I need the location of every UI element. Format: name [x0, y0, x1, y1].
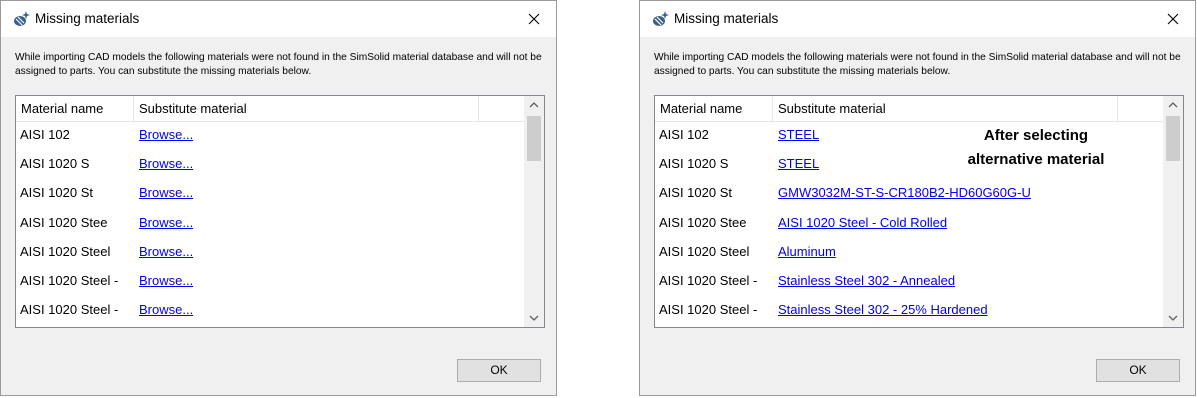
close-icon — [528, 13, 540, 25]
scroll-up-button[interactable] — [524, 96, 544, 114]
list-header: Material name Substitute material — [16, 96, 524, 122]
material-name: AISI 1020 S — [20, 156, 90, 172]
material-name: AISI 1020 Steel — [20, 243, 111, 259]
substitute-material-link[interactable]: AISI 1020 Steel - Cold Rolled — [778, 215, 947, 230]
material-name: AISI 1020 Steel - — [20, 272, 119, 288]
close-icon — [1167, 13, 1179, 25]
scroll-up-arrow-icon — [1168, 102, 1178, 108]
material-name: AISI 1020 St — [20, 185, 93, 201]
annotation-line-1: After selecting — [983, 127, 1089, 144]
material-name: AISI 1020 Steel — [659, 243, 750, 259]
scrollbar-thumb[interactable] — [527, 116, 541, 161]
materials-list[interactable]: Material name Substitute material AISI 1… — [15, 95, 545, 328]
list-item: AISI 1020 S Browse... — [16, 152, 524, 181]
material-name: AISI 1020 Stee — [659, 214, 747, 230]
scroll-up-button[interactable] — [1163, 96, 1183, 114]
list-item: AISI 1020 St Browse... — [16, 181, 524, 210]
scroll-down-button[interactable] — [1163, 309, 1183, 327]
list-item: AISI 1020 Steel Browse... — [16, 240, 524, 269]
ok-button[interactable]: OK — [457, 359, 541, 382]
close-button[interactable] — [1151, 1, 1195, 37]
scroll-down-arrow-icon — [529, 315, 539, 321]
simsolid-app-icon — [651, 10, 669, 28]
list-item: AISI 1020 Stee Browse... — [16, 211, 524, 240]
material-name: AISI 1020 Steel - — [659, 272, 758, 288]
material-name: AISI 1020 S — [659, 156, 729, 172]
list-item: AISI 1020 Steel Aluminum — [655, 240, 1163, 269]
substitute-material-link[interactable]: Stainless Steel 302 - 25% Hardened — [778, 302, 988, 317]
scroll-up-arrow-icon — [529, 102, 539, 108]
annotation-line-2: alternative material — [967, 151, 1105, 168]
ok-button[interactable]: OK — [1096, 359, 1180, 382]
browse-link[interactable]: Browse... — [139, 215, 193, 230]
material-name: AISI 1020 St — [659, 185, 732, 201]
substitute-material-link[interactable]: STEEL — [778, 156, 819, 171]
list-header: Material name Substitute material — [655, 96, 1163, 122]
material-name: AISI 1020 Steel - — [20, 302, 119, 318]
annotation-text: After selecting alternative material — [952, 124, 1120, 172]
substitute-material-link[interactable]: STEEL — [778, 127, 819, 142]
browse-link[interactable]: Browse... — [139, 273, 193, 288]
column-header-substitute-material[interactable]: Substitute material — [134, 96, 479, 121]
column-header-material-name[interactable]: Material name — [16, 96, 134, 121]
column-header-substitute-material[interactable]: Substitute material — [773, 96, 1118, 121]
list-item: AISI 1020 Steel - Browse... — [16, 298, 524, 327]
scroll-down-arrow-icon — [1168, 315, 1178, 321]
material-name: AISI 1020 Steel - — [659, 302, 758, 318]
dialog-message: While importing CAD models the following… — [654, 52, 1181, 77]
title-bar: Missing materials — [640, 1, 1195, 37]
missing-materials-dialog-before: Missing materials While importing CAD mo… — [0, 0, 557, 396]
dialog-message: While importing CAD models the following… — [15, 52, 542, 77]
list-item: AISI 1020 St GMW3032M-ST-S-CR180B2-HD60G6… — [655, 181, 1163, 210]
list-item: AISI 1020 Steel - Stainless Steel 302 - A… — [655, 269, 1163, 298]
missing-materials-dialog-after: Missing materials While importing CAD mo… — [639, 0, 1196, 396]
list-item: AISI 1020 Steel - Browse... — [16, 269, 524, 298]
list-item: AISI 1020 Steel - Stainless Steel 302 - 2… — [655, 298, 1163, 327]
material-name: AISI 1020 Stee — [20, 214, 108, 230]
substitute-material-link[interactable]: Aluminum — [778, 244, 836, 259]
scrollbar-thumb[interactable] — [1166, 116, 1180, 161]
scroll-down-button[interactable] — [524, 309, 544, 327]
list-item: AISI 102 Browse... — [16, 123, 524, 152]
simsolid-app-icon — [12, 10, 30, 28]
substitute-material-link[interactable]: Stainless Steel 302 - Annealed — [778, 273, 955, 288]
vertical-scrollbar[interactable] — [1163, 96, 1183, 327]
list-item: AISI 1020 Stee AISI 1020 Steel - Cold Rol… — [655, 211, 1163, 240]
dialog-title: Missing materials — [674, 11, 779, 26]
vertical-scrollbar[interactable] — [524, 96, 544, 327]
material-name: AISI 102 — [659, 127, 709, 142]
browse-link[interactable]: Browse... — [139, 156, 193, 171]
browse-link[interactable]: Browse... — [139, 185, 193, 200]
close-button[interactable] — [512, 1, 556, 37]
browse-link[interactable]: Browse... — [139, 302, 193, 317]
browse-link[interactable]: Browse... — [139, 127, 193, 142]
title-bar: Missing materials — [1, 1, 556, 37]
material-name: AISI 102 — [20, 127, 70, 142]
column-header-material-name[interactable]: Material name — [655, 96, 773, 121]
substitute-material-link[interactable]: GMW3032M-ST-S-CR180B2-HD60G60G-U — [778, 185, 1031, 200]
browse-link[interactable]: Browse... — [139, 244, 193, 259]
dialog-title: Missing materials — [35, 11, 140, 26]
list-rows: AISI 102 Browse... AISI 1020 S Browse... A… — [16, 123, 524, 327]
